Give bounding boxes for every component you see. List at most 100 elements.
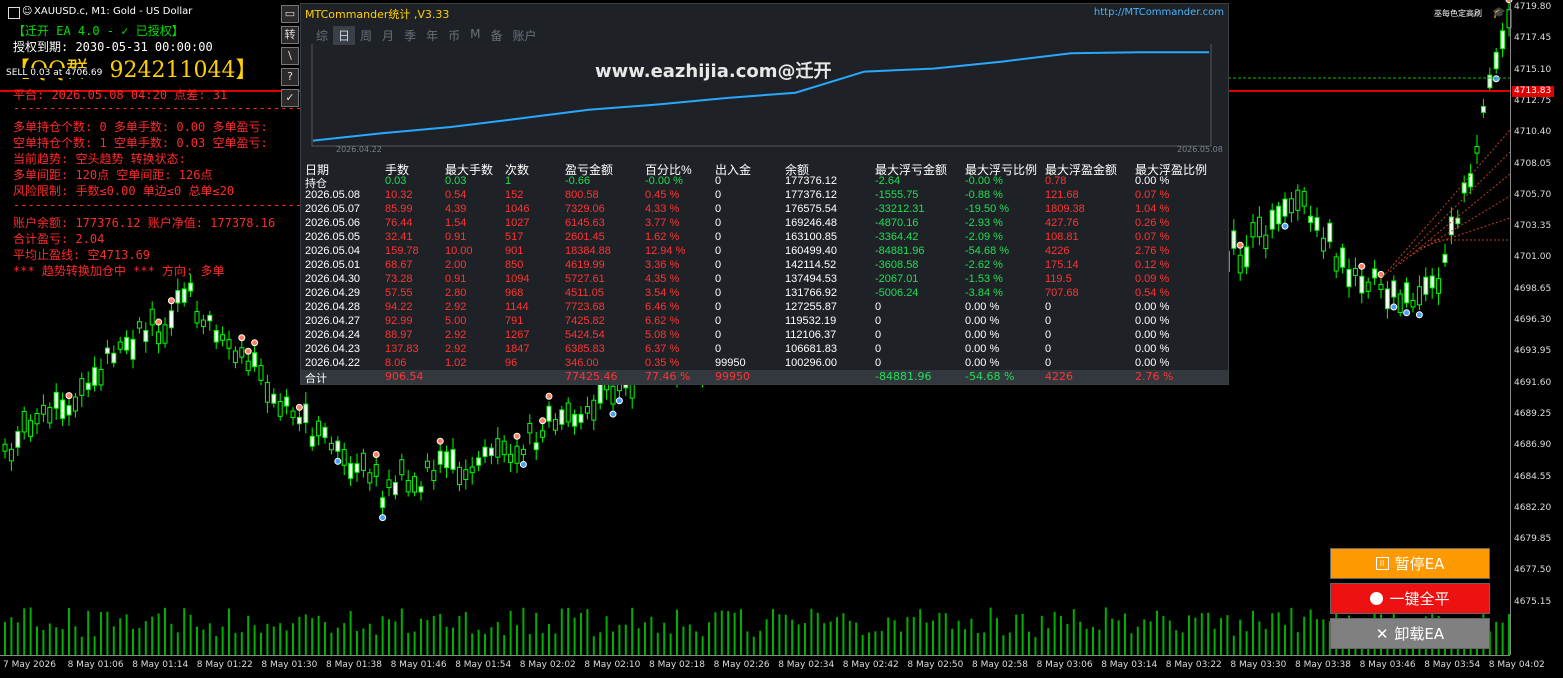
toolbar-check-button[interactable]: ✓ <box>281 89 299 107</box>
panel-tab[interactable]: 季 <box>399 26 421 45</box>
stats-cell: 108.81 <box>1045 231 1079 243</box>
candle-body <box>232 350 238 364</box>
trade-marker <box>513 432 521 440</box>
stats-cell: 2026.04.29 <box>305 287 361 299</box>
candle-body <box>584 406 590 414</box>
candle-body <box>1250 222 1256 238</box>
stats-cell: -1555.75 <box>875 189 919 201</box>
candle-body <box>328 442 334 451</box>
toolbar-expand-icon[interactable]: ▭ <box>281 5 299 23</box>
stats-cell: 177376.12 <box>785 175 837 187</box>
candle-body <box>1423 276 1429 295</box>
panel-tab[interactable]: 账户 <box>507 26 541 45</box>
panel-tab[interactable]: 币 <box>443 26 465 45</box>
panel-url-link[interactable]: http://MTCommander.com <box>1094 7 1224 18</box>
stats-cell: -2.62 % <box>965 259 1003 271</box>
panel-tab[interactable]: 月 <box>377 26 399 45</box>
candle-body <box>213 329 219 343</box>
candle-body <box>1276 205 1282 225</box>
stats-cell: 0.00 % <box>965 343 1000 355</box>
time-tick-label: 8 May 02:26 <box>713 660 770 670</box>
candle-body <box>1301 190 1307 207</box>
stats-cell: -2067.01 <box>875 273 919 285</box>
candle-body <box>520 448 526 455</box>
candle-body <box>1269 209 1275 230</box>
close-all-button[interactable]: 一键全平 <box>1330 583 1490 614</box>
stats-cell: 10.32 <box>385 189 413 201</box>
candle-body <box>104 347 110 354</box>
toolbar-convert-button[interactable]: 转 <box>281 26 299 44</box>
candle-body <box>47 406 53 424</box>
ea-info-line: 风险限制: 手数≤0.00 单边≤0 总单≤20 <box>13 184 235 198</box>
trade-marker <box>615 397 623 405</box>
ea-info-line: *** 趋势转换加仓中 *** 方向: 多单 <box>13 264 225 278</box>
stats-cell: 6145.63 <box>565 217 605 229</box>
panel-tab[interactable]: 综 <box>311 26 333 45</box>
panel-tab[interactable]: 年 <box>421 26 443 45</box>
stats-cell: 5424.54 <box>565 329 605 341</box>
panel-tab[interactable]: 备 <box>485 26 507 45</box>
stats-cell: 0.00 % <box>1135 329 1170 341</box>
stats-cell: 0.00 % <box>1135 343 1170 355</box>
watermark-text: www.eazhijia.com@迁开 <box>595 61 832 82</box>
stats-row: 2026.04.30 73.28 0.91 1094 5727.61 4.35 % 0 137… <box>305 273 1227 287</box>
candle-body <box>373 463 379 477</box>
toolbar-line-button[interactable]: \ <box>281 47 299 65</box>
candle-body <box>1231 230 1237 249</box>
panel-tab[interactable]: M <box>465 26 485 45</box>
pause-ea-button[interactable]: II 暂停EA <box>1330 548 1490 579</box>
stats-cell: 18384.88 <box>565 245 611 257</box>
toolbar-help-button[interactable]: ? <box>281 68 299 86</box>
stats-cell: 3.54 % <box>645 287 680 299</box>
stats-cell: 0.00 % <box>965 315 1000 327</box>
candle-body <box>8 448 14 462</box>
stats-cell: 6.46 % <box>645 301 680 313</box>
candle-body <box>508 453 514 463</box>
candle-body <box>348 463 354 479</box>
ea-info-line: 多单持仓个数: 0 多单手数: 0.00 多单盈亏: <box>13 120 268 134</box>
unload-ea-button[interactable]: ✕ 卸载EA <box>1330 618 1490 649</box>
stats-cell: 0 <box>1045 357 1052 369</box>
price-tick-label: 4686.90 <box>1514 440 1552 451</box>
stats-cell: 6.62 % <box>645 315 680 327</box>
candle-body <box>162 324 168 344</box>
candle-body <box>360 452 366 471</box>
stats-cell: -2.09 % <box>965 231 1003 243</box>
mtcommander-panel[interactable]: MTCommander统计 ,V3.33 http://MTCommander.… <box>300 3 1229 385</box>
candle-body <box>136 321 142 329</box>
time-tick-label: 8 May 01:22 <box>196 660 253 670</box>
price-tick-label: 4708.05 <box>1514 158 1552 169</box>
hat-icon: 🎓 <box>1492 6 1506 19</box>
time-tick-label: 8 May 02:10 <box>584 660 641 670</box>
trade-marker <box>295 403 303 411</box>
candle-body <box>117 341 123 350</box>
stats-cell: 1809.38 <box>1045 203 1085 215</box>
stats-cell: 0 <box>715 175 722 187</box>
candle-body <box>463 469 469 480</box>
trade-marker <box>379 514 387 522</box>
stats-cell: -2.64 <box>875 175 901 187</box>
chart-symbol-title: XAUUSD.c, M1: Gold - US Dollar <box>34 6 193 17</box>
candle-body <box>1372 268 1378 279</box>
stats-cell: 2026.04.30 <box>305 273 361 285</box>
candle-body <box>207 314 213 322</box>
stats-cell: -3608.58 <box>875 259 919 271</box>
order-link-line <box>1399 173 1511 265</box>
price-tick-label: 4696.30 <box>1514 315 1552 325</box>
stats-row: 2026.05.06 76.44 1.54 1027 6145.63 3.77 % 0 169… <box>305 217 1227 231</box>
candle-body <box>85 382 91 391</box>
panel-tab[interactable]: 日 <box>333 26 356 45</box>
price-tick-label: 4691.60 <box>1514 377 1552 388</box>
stats-cell: 99950 <box>715 370 750 383</box>
time-tick-label: 8 May 01:46 <box>390 660 447 670</box>
stats-cell: 517 <box>505 231 524 243</box>
stats-cell: 2026.04.27 <box>305 315 361 327</box>
trade-marker <box>1403 309 1411 317</box>
panel-tab[interactable]: 周 <box>355 26 377 45</box>
stats-cell: 850 <box>505 259 524 271</box>
order-link-line <box>1389 151 1511 273</box>
time-tick-label: 8 May 03:30 <box>1230 660 1287 670</box>
stats-cell: -1.53 % <box>965 273 1003 285</box>
stats-cell: 5727.61 <box>565 273 605 285</box>
stats-cell: 合计 <box>305 372 327 385</box>
